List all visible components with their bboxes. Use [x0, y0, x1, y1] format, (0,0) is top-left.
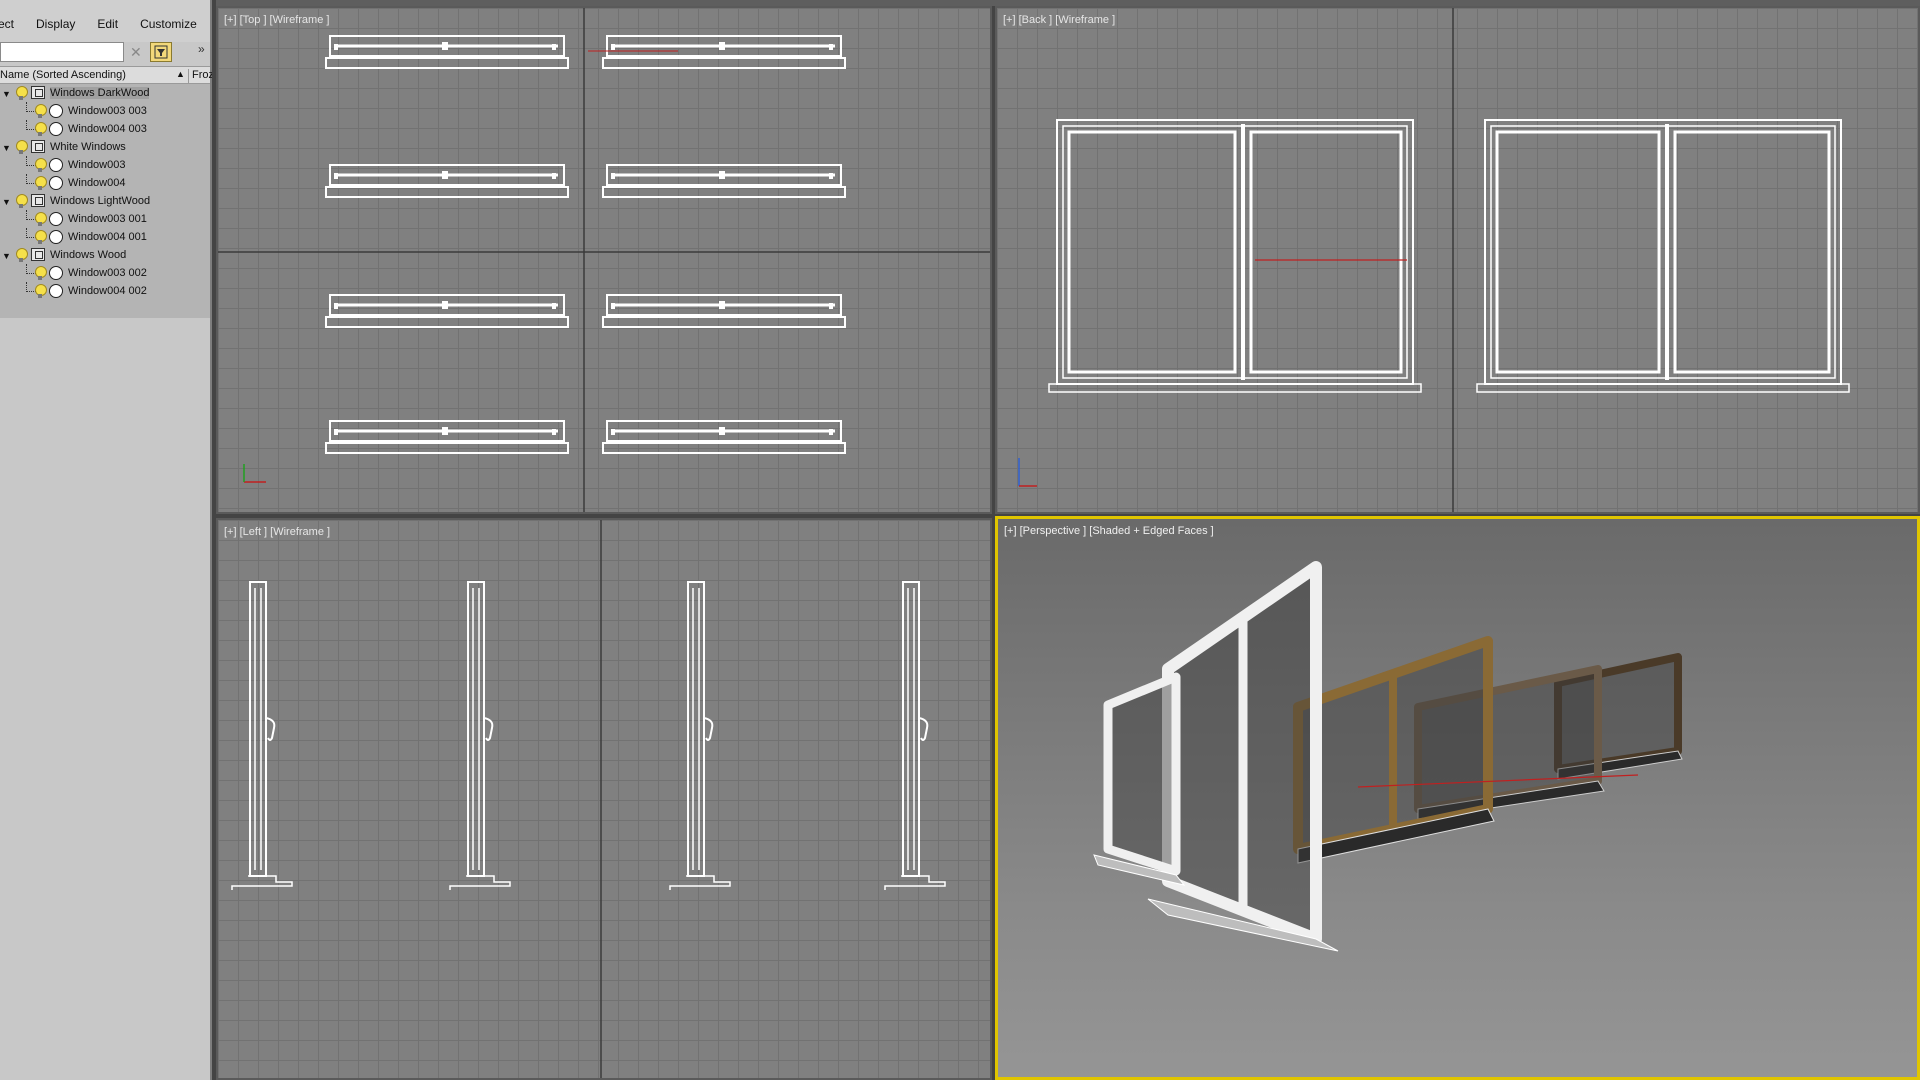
filter-button[interactable]: [150, 42, 172, 62]
expand-arrow-icon[interactable]: ▼: [2, 143, 11, 153]
object-label: Window003 003: [68, 105, 147, 117]
viewport-perspective[interactable]: [+] [Perspective ] [Shaded + Edged Faces…: [995, 516, 1920, 1080]
layer-icon: [31, 248, 45, 261]
menu-edit[interactable]: Edit: [97, 17, 118, 31]
object-label: Window003 001: [68, 213, 147, 225]
tree-object-row[interactable]: Window004 003: [0, 120, 210, 138]
viewport-back[interactable]: [+] [Back ] [Wireframe ]: [995, 6, 1920, 514]
lightbulb-icon[interactable]: [35, 230, 47, 244]
window-top-wireframe: [325, 420, 569, 454]
window-top-wireframe: [325, 294, 569, 328]
tree-object-row[interactable]: Window003 001: [0, 210, 210, 228]
back-wireframe: [1018, 8, 1850, 512]
tree-layer-row[interactable]: ▼ Windows DarkWood: [0, 84, 210, 102]
window-top-wireframe: [602, 164, 846, 198]
lightbulb-icon[interactable]: [16, 194, 28, 208]
explorer-toolbar: ✕ »: [0, 42, 210, 64]
object-icon: [49, 266, 63, 280]
window-top-wireframe: [325, 164, 569, 198]
lightbulb-icon[interactable]: [35, 122, 47, 136]
object-label: Window004: [68, 177, 126, 189]
menu-select[interactable]: ect: [0, 17, 14, 31]
perspective-render: [1093, 561, 1683, 952]
scene-explorer: ect Display Edit Customize ✕ » Name (Sor…: [0, 0, 212, 1080]
object-icon: [49, 284, 63, 298]
expand-arrow-icon[interactable]: ▼: [2, 251, 11, 261]
window-back-wireframe: [1048, 119, 1422, 393]
window-top-wireframe: [602, 35, 846, 69]
object-icon: [49, 104, 63, 118]
viewport-left[interactable]: [+] [Left ] [Wireframe ]: [216, 518, 992, 1080]
frozen-column-header[interactable]: Froz: [188, 69, 212, 83]
left-wireframe: [231, 520, 946, 1078]
lightbulb-icon[interactable]: [35, 158, 47, 172]
tree-layer-row[interactable]: ▼ Windows LightWood: [0, 192, 210, 210]
window-side-wireframe: [449, 581, 511, 890]
object-icon: [49, 158, 63, 172]
search-input[interactable]: [0, 42, 124, 62]
window-top-wireframe: [602, 420, 846, 454]
lightbulb-icon[interactable]: [35, 284, 47, 298]
viewport-top-label[interactable]: [+] [Top ] [Wireframe ]: [224, 14, 329, 26]
window-side-wireframe: [669, 581, 731, 890]
lightbulb-icon[interactable]: [16, 140, 28, 154]
expand-arrow-icon[interactable]: ▼: [2, 89, 11, 99]
viewport-top[interactable]: [+] [Top ] [Wireframe ]: [216, 6, 992, 514]
filter-icon: [154, 45, 168, 59]
sort-ascending-icon: ▲: [176, 69, 185, 79]
tree-layer-row[interactable]: ▼ White Windows: [0, 138, 210, 156]
name-column-header[interactable]: Name (Sorted Ascending): [0, 69, 186, 81]
scene-tree: ▼ Windows DarkWood Window003 003 Window004 …: [0, 84, 210, 318]
viewport-left-label[interactable]: [+] [Left ] [Wireframe ]: [224, 526, 330, 538]
object-label: Window004 003: [68, 123, 147, 135]
viewport-back-label[interactable]: [+] [Back ] [Wireframe ]: [1003, 14, 1115, 26]
object-label: Window004 002: [68, 285, 147, 297]
tree-object-row[interactable]: Window004 001: [0, 228, 210, 246]
layer-icon: [31, 194, 45, 207]
tree-object-row[interactable]: Window004: [0, 174, 210, 192]
tree-object-row[interactable]: Window003: [0, 156, 210, 174]
layer-icon: [31, 86, 45, 99]
object-label: Window003: [68, 159, 126, 171]
menu-customize[interactable]: Customize: [140, 17, 197, 31]
lightbulb-icon[interactable]: [35, 266, 47, 280]
clear-search-icon[interactable]: ✕: [130, 45, 144, 59]
object-icon: [49, 122, 63, 136]
layer-label: White Windows: [50, 141, 126, 153]
tree-object-row[interactable]: Window003 003: [0, 102, 210, 120]
tree-layer-row[interactable]: ▼ Windows Wood: [0, 246, 210, 264]
window-top-wireframe: [325, 35, 569, 69]
layer-label: Windows DarkWood: [50, 87, 150, 99]
menu-bar: ect Display Edit Customize: [0, 0, 210, 42]
layer-label: Windows LightWood: [50, 195, 151, 207]
lightbulb-icon[interactable]: [35, 212, 47, 226]
lightbulb-icon[interactable]: [16, 86, 28, 100]
tree-object-row[interactable]: Window004 002: [0, 282, 210, 300]
object-label: Window003 002: [68, 267, 147, 279]
menu-display[interactable]: Display: [36, 17, 75, 31]
viewport-perspective-label[interactable]: [+] [Perspective ] [Shaded + Edged Faces…: [1004, 525, 1214, 537]
lightbulb-icon[interactable]: [35, 176, 47, 190]
object-label: Window004 001: [68, 231, 147, 243]
layer-label: Windows Wood: [50, 249, 127, 261]
tree-object-row[interactable]: Window003 002: [0, 264, 210, 282]
layer-icon: [31, 140, 45, 153]
expand-arrow-icon[interactable]: ▼: [2, 197, 11, 207]
lightbulb-icon[interactable]: [16, 248, 28, 262]
top-wireframe: [218, 8, 990, 512]
white-window-side: [1103, 672, 1181, 876]
column-header: Name (Sorted Ascending) ▲ Froz: [0, 66, 212, 84]
object-icon: [49, 176, 63, 190]
object-icon: [49, 212, 63, 226]
window-top-wireframe: [602, 294, 846, 328]
object-icon: [49, 230, 63, 244]
lightbulb-icon[interactable]: [35, 104, 47, 118]
window-back-wireframe: [1476, 119, 1850, 393]
more-chevron-icon[interactable]: »: [198, 42, 205, 56]
window-side-wireframe: [231, 581, 293, 890]
window-side-wireframe: [884, 581, 946, 890]
